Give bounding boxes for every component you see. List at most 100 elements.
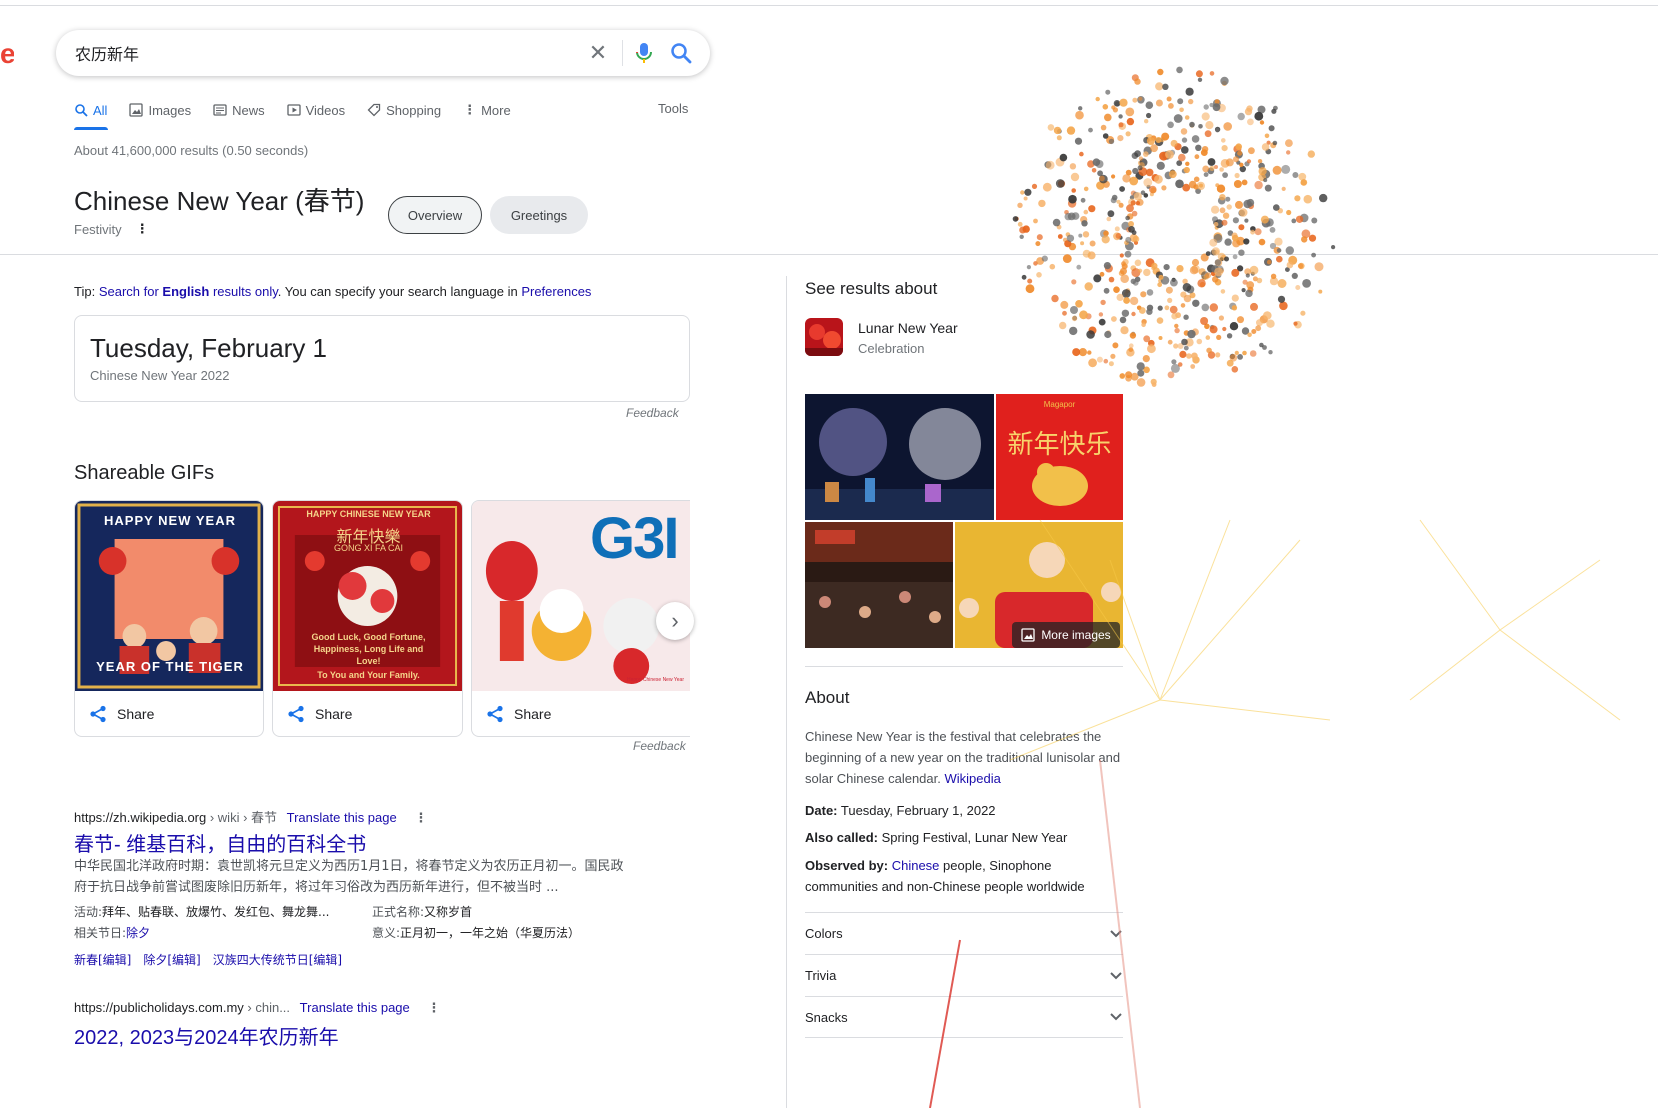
firework-spark [1273, 204, 1280, 211]
firework-spark [1120, 267, 1127, 275]
firework-spark [1119, 186, 1125, 192]
temple-crowd-image[interactable] [805, 522, 953, 648]
firework-spark [1154, 137, 1164, 147]
firework-spark [1161, 185, 1167, 191]
tab-all[interactable]: All [74, 100, 107, 120]
share-button[interactable]: Share [287, 705, 352, 723]
share-button[interactable]: Share [486, 705, 551, 723]
firework-spark [1131, 210, 1138, 217]
firework-spark [1131, 268, 1141, 278]
search-icon[interactable] [668, 40, 694, 66]
gif-card[interactable]: HAPPY CHINESE NEW YEAR 新年快樂 GONG XI FA C… [272, 500, 463, 737]
firework-spark [1212, 103, 1221, 112]
firework-spark [1098, 312, 1104, 317]
lunar-new-year-thumbnail[interactable] [805, 318, 843, 356]
tools-button[interactable]: Tools [658, 101, 688, 116]
firework-spark [1227, 230, 1234, 236]
firework-spark [1256, 277, 1263, 284]
firework-spark [1285, 139, 1293, 148]
sitelink[interactable]: 汉族四大传统节日[编辑] [213, 951, 342, 968]
fact-link[interactable]: 除夕 [126, 926, 150, 940]
more-vert-icon[interactable]: ⋮ [136, 221, 149, 237]
firework-spark [1057, 180, 1066, 188]
english-results-link[interactable]: Search for English results only [99, 284, 278, 299]
google-logo-fragment[interactable]: e [0, 38, 14, 70]
firework-spark [1146, 184, 1151, 189]
more-images-button[interactable]: More images [1012, 622, 1120, 648]
feedback-link[interactable]: Feedback [633, 739, 686, 753]
preferences-link[interactable]: Preferences [521, 284, 591, 299]
firework-spark [1198, 124, 1203, 129]
firework-spark [1136, 378, 1146, 387]
firework-spark [1022, 225, 1030, 233]
firework-spark [1147, 344, 1156, 354]
firework-spark [1196, 181, 1206, 191]
wikipedia-link[interactable]: Wikipedia [944, 771, 1000, 786]
tab-news[interactable]: News [213, 100, 265, 120]
firework-spark [1071, 279, 1077, 285]
firework-spark [1263, 178, 1268, 183]
translate-link[interactable]: Translate this page [287, 810, 397, 825]
firework-spark [1226, 204, 1232, 210]
accordion-colors[interactable]: Colors [805, 912, 1123, 954]
share-button[interactable]: Share [89, 705, 154, 723]
fact-also-called: Also called: Spring Festival, Lunar New … [805, 827, 1123, 848]
firework-spark [1201, 303, 1210, 312]
chip-overview[interactable]: Overview [388, 196, 482, 234]
gif-caption: Love! [356, 656, 381, 666]
fireworks-image[interactable] [805, 394, 994, 520]
translate-link[interactable]: Translate this page [300, 1000, 410, 1015]
firework-spark [1120, 326, 1129, 335]
firework-spark [1126, 227, 1132, 233]
firework-spark [1219, 207, 1226, 214]
result-title[interactable]: 2022, 2023与2024年农历新年 [74, 1021, 339, 1050]
firework-spark [1173, 114, 1183, 123]
more-vert-icon[interactable]: ⋮ [427, 1000, 440, 1015]
new-year-card-image[interactable]: Magapor 新年快乐 [996, 394, 1123, 520]
firework-spark [1179, 350, 1187, 358]
firework-spark [1131, 311, 1136, 317]
firework-spark [1180, 291, 1187, 298]
firework-spark [1134, 276, 1141, 283]
firework-spark [1088, 127, 1093, 133]
tab-shopping[interactable]: Shopping [367, 100, 441, 120]
firework-spark [1212, 99, 1221, 108]
microphone-icon[interactable] [632, 40, 656, 66]
firework-spark [1205, 121, 1214, 130]
tab-videos[interactable]: Videos [286, 100, 345, 120]
search-input[interactable] [75, 41, 555, 65]
result-url[interactable]: https://publicholidays.com.my › chin... … [74, 1000, 440, 1016]
sitelink[interactable]: 除夕[编辑] [143, 951, 200, 968]
firework-spark [1145, 101, 1154, 109]
sitelink[interactable]: 新春[编辑] [74, 951, 131, 968]
carousel-next-button[interactable]: › [656, 602, 694, 640]
chip-greetings[interactable]: Greetings [490, 196, 588, 234]
fact-value: Tuesday, February 1, 2022 [837, 803, 996, 818]
fact-link[interactable]: Chinese [892, 858, 940, 873]
firework-spark [1150, 378, 1157, 385]
result-title[interactable]: 春节- 维基百科，自由的百科全书 [74, 828, 366, 857]
firework-spark [1033, 261, 1038, 266]
see-result-name[interactable]: Lunar New Year [858, 320, 958, 336]
firework-spark [1012, 216, 1019, 222]
accordion-label: Trivia [805, 968, 837, 983]
more-vert-icon[interactable]: ⋮ [414, 810, 427, 825]
result-url[interactable]: https://zh.wikipedia.org › wiki › 春节 Tra… [74, 807, 427, 826]
tab-more[interactable]: ⋮ More [463, 100, 511, 120]
firework-spark [1224, 256, 1229, 262]
feedback-link[interactable]: Feedback [626, 406, 679, 420]
firework-spark [1299, 213, 1309, 223]
firework-spark [1259, 315, 1268, 324]
clear-icon[interactable]: ✕ [585, 40, 611, 66]
firework-spark [1170, 139, 1178, 147]
firework-spark [1212, 216, 1218, 223]
firework-spark [1143, 335, 1151, 343]
accordion-trivia[interactable]: Trivia [805, 954, 1123, 996]
firework-spark [1132, 191, 1139, 198]
gif-card[interactable]: HAPPY NEW YEAR YEAR OF THE TIGER Share [74, 500, 264, 737]
accordion-snacks[interactable]: Snacks [805, 996, 1123, 1038]
snippet-line: 中华民国北洋政府时期：袁世凯将元旦定义为西历1月1日，将春节定义为农历正月初一。… [74, 859, 624, 874]
firework-spark [1041, 255, 1048, 262]
tab-images[interactable]: Images [129, 100, 191, 120]
firework-spark [1263, 311, 1272, 320]
